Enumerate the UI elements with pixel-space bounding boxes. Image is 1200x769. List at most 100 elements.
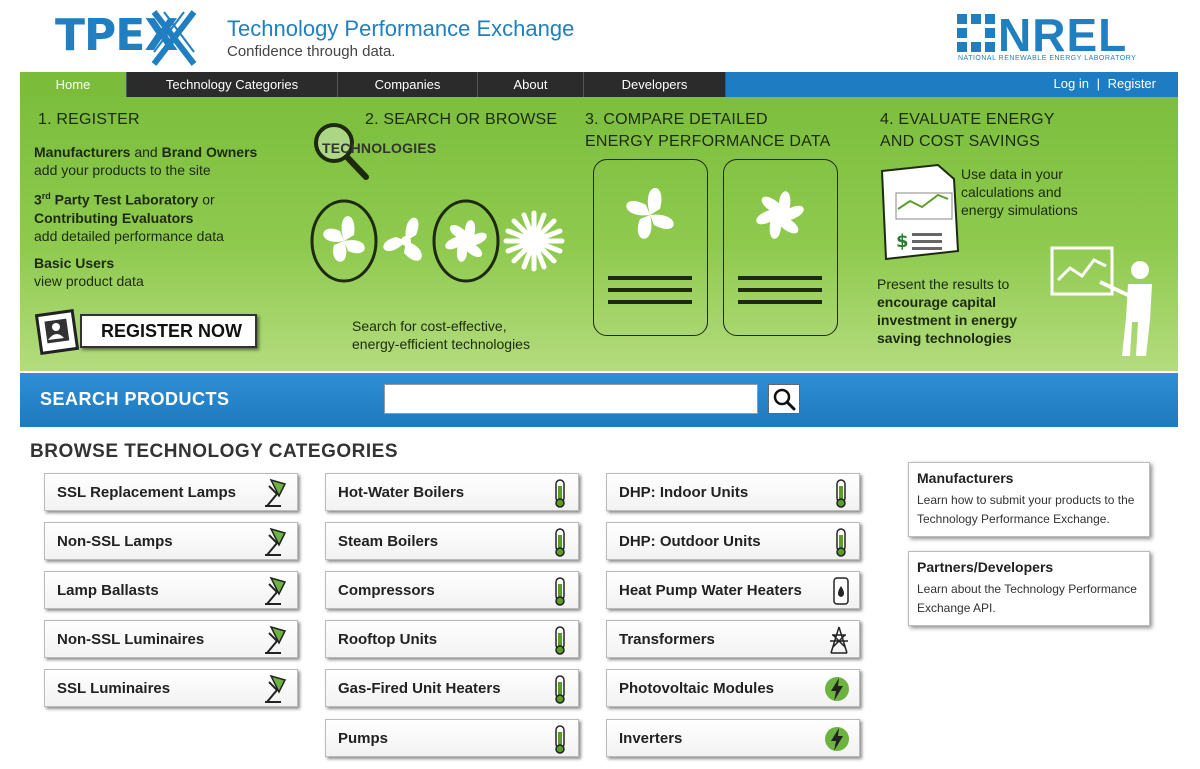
category-inverters[interactable]: Inverters xyxy=(606,719,860,757)
step2-caption-line1: Search for cost-effective, xyxy=(352,318,507,334)
step3-title: 3. COMPARE DETAILED ENERGY PERFORMANCE D… xyxy=(585,109,831,153)
nav-about[interactable]: About xyxy=(478,72,584,97)
water-heater-icon xyxy=(833,577,849,605)
category-heat-pump-water-heaters[interactable]: Heat Pump Water Heaters xyxy=(606,571,860,609)
step4-present: Present the results to encourage capital… xyxy=(877,275,1017,347)
partners-developers-box[interactable]: Partners/Developers Learn about the Tech… xyxy=(908,551,1150,626)
category-label: Pumps xyxy=(338,730,389,747)
register-card-icon xyxy=(35,308,80,356)
lightning-icon xyxy=(825,727,849,751)
partners-developers-title: Partners/Developers xyxy=(917,559,1054,575)
nav-companies[interactable]: Companies xyxy=(338,72,478,97)
lamp-icon xyxy=(265,674,287,703)
thermometer-icon xyxy=(555,577,565,606)
category-dhp-outdoor-units[interactable]: DHP: Outdoor Units xyxy=(606,522,860,560)
manufacturers-text-line1: Learn how to submit your products to the xyxy=(917,493,1135,507)
category-label: SSL Replacement Lamps xyxy=(57,484,236,501)
thermometer-icon xyxy=(555,528,565,557)
manufacturers-title: Manufacturers xyxy=(917,470,1014,486)
category-label: Inverters xyxy=(619,730,683,747)
tpex-x-mark-icon xyxy=(151,10,197,66)
hero-banner: 1. REGISTER Manufacturers and Brand Owne… xyxy=(20,97,1178,371)
lamp-icon xyxy=(265,527,287,556)
partners-text-line2: Exchange API. xyxy=(917,601,996,615)
step2-caption-line2: energy-efficient technologies xyxy=(352,336,530,352)
category-label: Gas-Fired Unit Heaters xyxy=(338,680,501,697)
category-non-ssl-luminaires[interactable]: Non-SSL Luminaires xyxy=(44,620,298,658)
category-steam-boilers[interactable]: Steam Boilers xyxy=(325,522,579,560)
lamp-icon xyxy=(265,478,287,507)
category-hot-water-boilers[interactable]: Hot-Water Boilers xyxy=(325,473,579,511)
partners-text-line1: Learn about the Technology Performance xyxy=(917,582,1137,596)
nav-technology-categories[interactable]: Technology Categories xyxy=(127,72,338,97)
thermometer-icon xyxy=(836,528,846,557)
category-non-ssl-lamps[interactable]: Non-SSL Lamps xyxy=(44,522,298,560)
category-rooftop-units[interactable]: Rooftop Units xyxy=(325,620,579,658)
step4-bold-line3: saving technologies xyxy=(877,330,1012,346)
search-input[interactable] xyxy=(384,384,758,414)
svg-text:$: $ xyxy=(896,231,909,252)
category-label: DHP: Outdoor Units xyxy=(619,533,761,550)
browse-categories-title: BROWSE TECHNOLOGY CATEGORIES xyxy=(30,441,398,462)
manufacturers-bold: Manufacturers xyxy=(34,144,131,160)
step1-and: and xyxy=(130,144,162,160)
category-lamp-ballasts[interactable]: Lamp Ballasts xyxy=(44,571,298,609)
category-label: Non-SSL Luminaires xyxy=(57,631,205,648)
category-transformers[interactable]: Transformers xyxy=(606,620,860,658)
step4-title: 4. EVALUATE ENERGY AND COST SAVINGS xyxy=(880,109,1055,153)
category-photovoltaic-modules[interactable]: Photovoltaic Modules xyxy=(606,669,860,707)
lamp-icon xyxy=(265,625,287,654)
compare-panel-right xyxy=(723,159,838,336)
search-button[interactable] xyxy=(768,384,800,414)
step1-manufacturers-text: Manufacturers and Brand Owners add your … xyxy=(34,143,257,179)
site-title: Technology Performance Exchange xyxy=(227,16,575,41)
category-dhp-indoor-units[interactable]: DHP: Indoor Units xyxy=(606,473,860,511)
register-now-button[interactable]: REGISTER NOW xyxy=(80,314,257,348)
step1-or: or xyxy=(198,191,215,208)
step4-title-line1: 4. EVALUATE ENERGY xyxy=(880,111,1055,128)
brand-owners-bold: Brand Owners xyxy=(161,144,258,160)
category-ssl-luminaires[interactable]: SSL Luminaires xyxy=(44,669,298,707)
step4-bold-line1: encourage capital xyxy=(877,294,997,310)
category-label: Steam Boilers xyxy=(338,533,439,550)
search-icon xyxy=(773,388,796,411)
compare-panel-left xyxy=(593,159,708,336)
thermometer-icon xyxy=(555,479,565,508)
login-link[interactable]: Log in xyxy=(1054,76,1089,91)
search-products-bar: SEARCH PRODUCTS xyxy=(20,373,1178,427)
category-label: SSL Luminaires xyxy=(57,680,171,697)
category-label: Photovoltaic Modules xyxy=(619,680,775,697)
manufacturers-box[interactable]: Manufacturers Learn how to submit your p… xyxy=(908,462,1150,537)
lamp-icon xyxy=(265,576,287,605)
nav-home[interactable]: Home xyxy=(20,72,127,97)
category-gas-fired-unit-heaters[interactable]: Gas-Fired Unit Heaters xyxy=(325,669,579,707)
step4-title-line2: AND COST SAVINGS xyxy=(880,133,1040,150)
step4-present-line: Present the results to xyxy=(877,276,1010,292)
product-fan-icon xyxy=(738,191,822,304)
fan-icons xyxy=(310,199,565,283)
step3-title-line2: ENERGY PERFORMANCE DATA xyxy=(585,133,831,150)
step3-title-line1: 3. COMPARE DETAILED xyxy=(585,111,768,128)
step4-bold-line2: investment in energy xyxy=(877,312,1018,328)
category-label: DHP: Indoor Units xyxy=(619,484,749,501)
basic-users-bold: Basic Users xyxy=(34,255,115,271)
step4-use-line3: energy simulations xyxy=(961,202,1078,218)
category-ssl-replacement-lamps[interactable]: SSL Replacement Lamps xyxy=(44,473,298,511)
step1-view-data: view product data xyxy=(34,273,144,289)
step2-title: 2. SEARCH OR BROWSE xyxy=(365,111,558,128)
report-document-icon: $ xyxy=(880,163,960,261)
category-pumps[interactable]: Pumps xyxy=(325,719,579,757)
power-tower-icon xyxy=(830,626,848,654)
register-link[interactable]: Register xyxy=(1108,76,1156,91)
step4-use-line1: Use data in your xyxy=(961,166,1063,182)
thermometer-icon xyxy=(555,725,565,754)
category-label: Lamp Ballasts xyxy=(57,582,159,599)
auth-separator: | xyxy=(1096,76,1100,91)
category-compressors[interactable]: Compressors xyxy=(325,571,579,609)
nrel-logo[interactable]: NREL xyxy=(998,8,1127,62)
nav-developers[interactable]: Developers xyxy=(584,72,726,97)
step4-use-line2: calculations and xyxy=(961,184,1062,200)
step1-labs-text: 3rd Party Test Laboratory or Contributin… xyxy=(34,187,224,245)
main-nav: Home Technology Categories Companies Abo… xyxy=(20,72,1178,97)
party-lab-bold: Party Test Laboratory xyxy=(50,191,199,208)
